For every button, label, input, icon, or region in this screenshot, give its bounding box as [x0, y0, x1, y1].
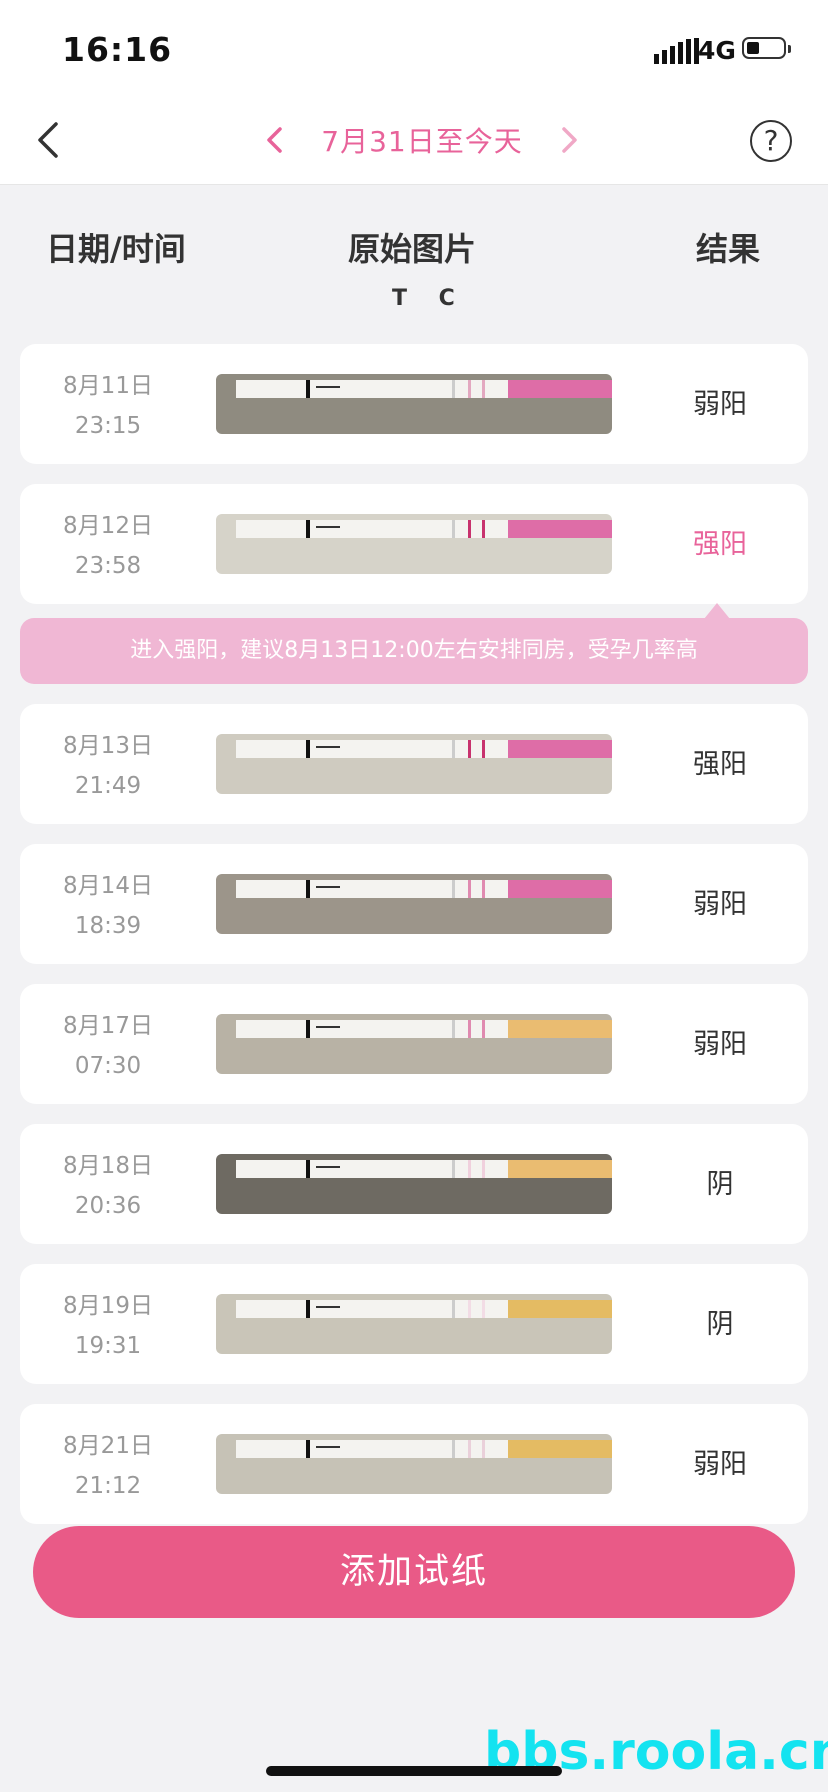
status-time: 16:16	[62, 30, 173, 69]
record-datetime: 8月18日 20:36	[44, 1146, 172, 1226]
record-result: 阴	[706, 1169, 734, 1200]
column-header-image: 原始图片	[348, 230, 477, 268]
test-record-card[interactable]: 8月12日 23:58 强阳	[20, 484, 808, 604]
record-result: 阴	[706, 1309, 734, 1340]
record-date: 8月13日	[63, 733, 153, 759]
record-time: 23:15	[74, 413, 142, 439]
add-test-strip-button[interactable]: 添加试纸	[33, 1526, 795, 1618]
nav-bar: 7月31日至今天 ?	[0, 100, 828, 185]
prev-range-icon[interactable]	[262, 124, 288, 156]
record-time: 21:12	[74, 1473, 142, 1499]
record-time: 20:36	[74, 1193, 142, 1219]
test-record-card[interactable]: 8月17日 07:30 弱阳	[20, 984, 808, 1104]
test-strip-photo[interactable]	[216, 1294, 612, 1354]
test-record-card[interactable]: 8月14日 18:39 弱阳	[20, 844, 808, 964]
record-result: 弱阳	[693, 389, 747, 420]
next-range-icon[interactable]	[556, 124, 582, 156]
record-result: 弱阳	[693, 1449, 747, 1480]
record-datetime: 8月19日 19:31	[44, 1286, 172, 1366]
battery-icon	[742, 37, 791, 59]
record-datetime: 8月17日 07:30	[44, 1006, 172, 1086]
test-strip-photo[interactable]	[216, 374, 612, 434]
date-range-title[interactable]: 7月31日至今天	[300, 120, 544, 160]
record-datetime: 8月12日 23:58	[44, 506, 172, 586]
tc-label: T C	[392, 286, 467, 311]
test-strip-photo[interactable]	[216, 874, 612, 934]
record-datetime: 8月11日 23:15	[44, 366, 172, 446]
record-time: 18:39	[74, 913, 142, 939]
back-icon[interactable]	[30, 118, 70, 162]
test-strip-photo[interactable]	[216, 1434, 612, 1494]
record-datetime: 8月14日 18:39	[44, 866, 172, 946]
status-bar: 16:16 4G	[0, 0, 828, 100]
record-time: 21:49	[74, 773, 142, 799]
record-result: 弱阳	[693, 889, 747, 920]
record-time: 07:30	[74, 1053, 142, 1079]
record-time: 19:31	[74, 1333, 142, 1359]
signal-icon	[654, 38, 699, 64]
record-result: 弱阳	[693, 1029, 747, 1060]
test-record-card[interactable]: 8月13日 21:49 强阳	[20, 704, 808, 824]
test-record-card[interactable]: 8月21日 21:12 弱阳	[20, 1404, 808, 1524]
test-record-card[interactable]: 8月19日 19:31 阴	[20, 1264, 808, 1384]
test-strip-photo[interactable]	[216, 514, 612, 574]
record-time: 23:58	[74, 553, 142, 579]
record-date: 8月17日	[63, 1013, 153, 1039]
record-date: 8月19日	[63, 1293, 153, 1319]
test-strip-photo[interactable]	[216, 734, 612, 794]
test-strip-photo[interactable]	[216, 1154, 612, 1214]
record-date: 8月18日	[63, 1153, 153, 1179]
network-type: 4G	[698, 36, 736, 65]
record-date: 8月21日	[63, 1433, 153, 1459]
record-date: 8月11日	[63, 373, 153, 399]
test-record-card[interactable]: 8月18日 20:36 阴	[20, 1124, 808, 1244]
record-date: 8月12日	[63, 513, 153, 539]
column-header-result: 结果	[696, 230, 761, 268]
tip-arrow	[704, 603, 730, 619]
help-icon[interactable]: ?	[750, 120, 792, 162]
column-header-date: 日期/时间	[46, 230, 186, 268]
record-datetime: 8月21日 21:12	[44, 1426, 172, 1506]
record-result: 强阳	[693, 529, 747, 560]
ovulation-tip: 进入强阳，建议8月13日12:00左右安排同房，受孕几率高	[20, 618, 808, 684]
test-record-card[interactable]: 8月11日 23:15 弱阳	[20, 344, 808, 464]
record-datetime: 8月13日 21:49	[44, 726, 172, 806]
test-strip-photo[interactable]	[216, 1014, 612, 1074]
record-date: 8月14日	[63, 873, 153, 899]
record-result: 强阳	[693, 749, 747, 780]
home-indicator[interactable]	[266, 1766, 562, 1776]
